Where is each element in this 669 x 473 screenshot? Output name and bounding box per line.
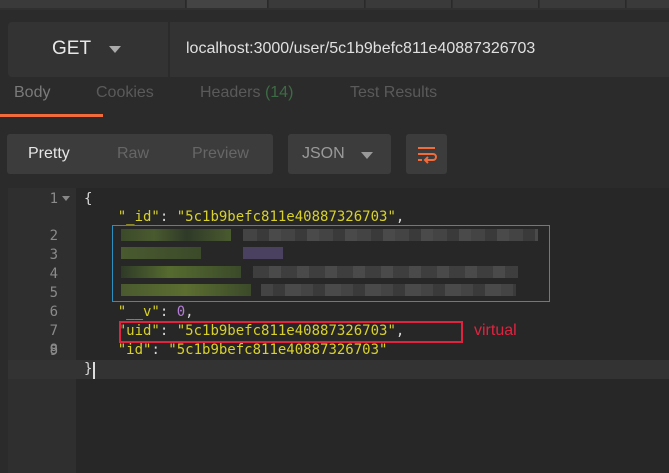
json-number: 0 (176, 304, 186, 320)
json-key: "id" (117, 342, 152, 358)
line-number: 4 (49, 266, 58, 282)
line-gutter: 1 2 3 4 5 6 7 8 9 10 (8, 188, 76, 473)
method-select[interactable]: GET (8, 22, 170, 77)
code-line: "__v": 0, (117, 304, 194, 320)
annotation-box (119, 321, 463, 343)
line-number: 1 (49, 191, 58, 207)
line-number: 2 (49, 228, 58, 244)
pretty-button[interactable]: Pretty (28, 145, 70, 163)
code-line: "id": "5c1b9befc811e40887326703" (117, 342, 388, 358)
line-number: 7 (49, 323, 58, 339)
response-editor[interactable]: 1 2 3 4 5 6 7 8 9 10 { "_id": "5c1b9befc… (8, 188, 669, 473)
annotation-label: virtual (474, 322, 517, 339)
wrap-lines-icon (418, 147, 437, 164)
active-tab-indicator (0, 114, 103, 117)
window-tab[interactable] (269, 0, 365, 8)
language-label: JSON (302, 145, 345, 162)
tab-body[interactable]: Body (14, 84, 50, 102)
format-mode-group: Pretty Raw Preview (7, 134, 273, 174)
tab-cookies[interactable]: Cookies (96, 84, 154, 102)
line-number: 6 (49, 304, 58, 320)
json-string: "5c1b9befc811e40887326703" (168, 342, 388, 358)
code-line: "_id": "5c1b9befc811e40887326703", (117, 209, 405, 225)
tab-headers[interactable]: Headers (14) (200, 84, 293, 102)
line-number: 3 (49, 247, 58, 263)
chevron-down-icon (109, 46, 121, 53)
method-label: GET (52, 38, 92, 59)
url-input[interactable]: localhost:3000/user/5c1b9befc811e4088732… (186, 40, 535, 58)
response-tabs: Body Cookies Headers (14) Test Results (0, 80, 669, 117)
code-line: } (84, 361, 93, 377)
code-line: { (84, 191, 93, 207)
preview-button[interactable]: Preview (192, 145, 249, 163)
window-tab[interactable] (187, 0, 268, 8)
window-tab[interactable] (0, 0, 186, 8)
fold-arrow-icon[interactable] (62, 196, 70, 201)
window-tab[interactable] (540, 0, 626, 8)
window-tab[interactable] (453, 0, 539, 8)
window-tab[interactable] (366, 0, 452, 8)
headers-count-badge: (14) (264, 84, 294, 101)
json-key: "__v" (117, 304, 160, 320)
wrap-lines-button[interactable] (406, 134, 447, 174)
window-tab-strip (0, 0, 669, 10)
redacted-fields (112, 225, 550, 302)
tab-headers-label: Headers (200, 84, 261, 101)
current-line-highlight (8, 360, 669, 379)
json-string: "5c1b9befc811e40887326703" (176, 209, 396, 225)
window-tab[interactable] (627, 0, 669, 8)
raw-button[interactable]: Raw (117, 145, 149, 163)
line-number: 9 (49, 343, 58, 359)
line-number: 5 (49, 285, 58, 301)
request-bar: GET localhost:3000/user/5c1b9befc811e408… (8, 22, 669, 77)
chevron-down-icon (361, 152, 373, 159)
language-select[interactable]: JSON (288, 134, 391, 174)
text-cursor (93, 362, 95, 379)
json-key: "_id" (117, 209, 160, 225)
tab-test-results[interactable]: Test Results (350, 84, 437, 102)
